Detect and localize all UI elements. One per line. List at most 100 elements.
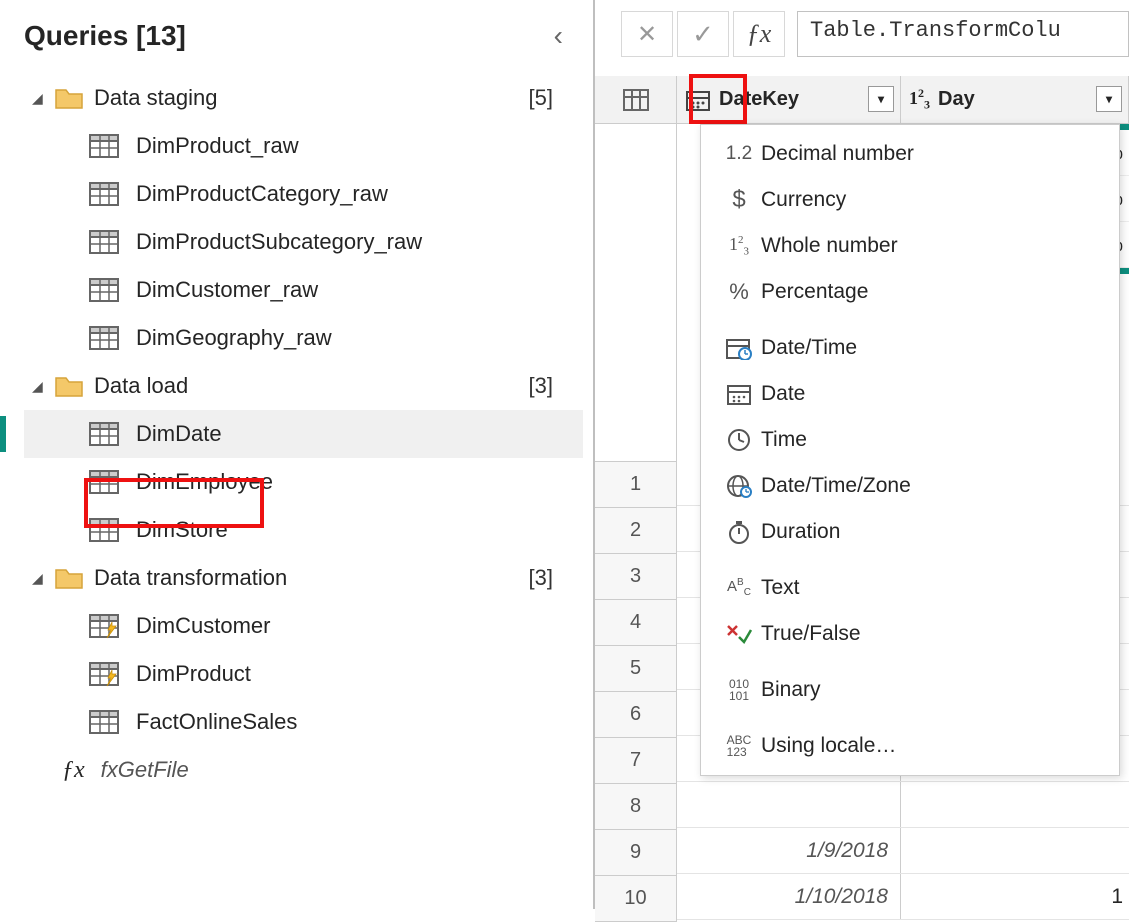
query-item-dimdate[interactable]: DimDate [24, 410, 583, 458]
table-icon [623, 89, 649, 111]
folder-count: [5] [529, 85, 583, 111]
column-label: DateKey [719, 88, 799, 111]
column-header-day[interactable]: 123 Day ▾ [901, 76, 1129, 123]
row-number[interactable]: 1 [595, 462, 676, 508]
type-option-label: Percentage [761, 280, 868, 304]
type-option-true-false[interactable]: True/False [701, 611, 1119, 657]
folder-count: [3] [529, 373, 583, 399]
row-number[interactable]: 5 [595, 646, 676, 692]
folder-label: Data staging [94, 85, 529, 111]
type-option-currency[interactable]: $Currency [701, 177, 1119, 223]
query-item-dimproduct[interactable]: DimProduct [24, 650, 583, 698]
123-sub-icon: 123 [717, 234, 761, 258]
calendar-icon [717, 382, 761, 406]
select-all-corner[interactable] [595, 76, 676, 124]
row-number[interactable]: 10 [595, 876, 676, 922]
folder-data-transformation[interactable]: ◢Data transformation[3] [24, 554, 583, 602]
row-number[interactable]: 2 [595, 508, 676, 554]
table-row[interactable] [677, 782, 1129, 828]
xcheck-icon [717, 623, 761, 645]
folder-icon [54, 374, 84, 398]
type-option-binary[interactable]: 010101Binary [701, 667, 1119, 713]
column-filter-dropdown[interactable]: ▾ [1096, 86, 1122, 112]
fx-icon: ƒx [62, 757, 85, 784]
1.2-icon: 1.2 [717, 143, 761, 165]
folder-label: Data load [94, 373, 529, 399]
type-option-label: Binary [761, 678, 821, 702]
commit-formula-button[interactable]: ✓ [677, 11, 729, 57]
query-label: DimProductCategory_raw [136, 181, 388, 207]
type-option-label: True/False [761, 622, 861, 646]
abc123-icon: ABC123 [717, 734, 761, 758]
type-option-using-locale[interactable]: ABC123Using locale… [701, 723, 1119, 769]
query-label: DimStore [136, 517, 228, 543]
type-option-date[interactable]: Date [701, 371, 1119, 417]
row-number[interactable]: 3 [595, 554, 676, 600]
query-item-dimcustomer_raw[interactable]: DimCustomer_raw [24, 266, 583, 314]
function-label: fxGetFile [101, 757, 189, 783]
type-option-percentage[interactable]: %Percentage [701, 269, 1119, 315]
table-icon [88, 516, 122, 544]
cell-datekey: 1/10/2018 [677, 874, 901, 919]
column-header-datekey[interactable]: DateKey ▾ [677, 76, 901, 123]
type-option-text[interactable]: ABCText [701, 565, 1119, 611]
wholenumber-type-icon: 123 [909, 86, 930, 113]
cell-day [901, 828, 1129, 873]
type-option-decimal-number[interactable]: 1.2Decimal number [701, 131, 1119, 177]
query-label: DimDate [136, 421, 222, 447]
query-item-factonlinesales[interactable]: FactOnlineSales [24, 698, 583, 746]
query-item-dimstore[interactable]: DimStore [24, 506, 583, 554]
fx-button[interactable]: ƒx [733, 11, 785, 57]
query-item-dimproduct_raw[interactable]: DimProduct_raw [24, 122, 583, 170]
table-lightning-icon [88, 660, 122, 688]
clock-icon [717, 427, 761, 453]
type-option-duration[interactable]: Duration [701, 509, 1119, 555]
row-number[interactable]: 6 [595, 692, 676, 738]
type-option-whole-number[interactable]: 123Whole number [701, 223, 1119, 269]
table-icon [88, 180, 122, 208]
table-row[interactable]: 1/10/20181 [677, 874, 1129, 920]
folder-data-staging[interactable]: ◢ Data staging[5] [24, 74, 583, 122]
cell-day [901, 782, 1129, 827]
table-row[interactable]: 1/9/2018 [677, 828, 1129, 874]
type-option-label: Date [761, 382, 805, 406]
query-label: FactOnlineSales [136, 709, 297, 735]
query-item-dimcustomer[interactable]: DimCustomer [24, 602, 583, 650]
type-option-time[interactable]: Time [701, 417, 1119, 463]
query-item-dimemployee[interactable]: DimEmployee [24, 458, 583, 506]
query-label: DimCustomer_raw [136, 277, 318, 303]
query-label: DimEmployee [136, 469, 273, 495]
caret-down-icon: ◢ [32, 90, 50, 107]
formula-input[interactable]: Table.TransformColu [797, 11, 1129, 57]
query-item-dimgeography_raw[interactable]: DimGeography_raw [24, 314, 583, 362]
%-icon: % [717, 279, 761, 305]
column-filter-dropdown[interactable]: ▾ [868, 86, 894, 112]
row-number[interactable]: 9 [595, 830, 676, 876]
caret-down-icon: ◢ [32, 378, 50, 395]
function-item-fxgetfile[interactable]: ƒx fxGetFile [24, 746, 583, 794]
query-item-dimproductsubcategory_raw[interactable]: DimProductSubcategory_raw [24, 218, 583, 266]
table-icon [88, 420, 122, 448]
type-option-label: Date/Time [761, 336, 857, 360]
table-icon [88, 708, 122, 736]
row-number[interactable]: 8 [595, 784, 676, 830]
calendar-type-icon[interactable] [685, 88, 711, 112]
type-option-label: Currency [761, 188, 846, 212]
table-icon [88, 228, 122, 256]
type-option-label: Duration [761, 520, 840, 544]
row-number[interactable]: 4 [595, 600, 676, 646]
cell-datekey [677, 782, 901, 827]
query-item-dimproductcategory_raw[interactable]: DimProductCategory_raw [24, 170, 583, 218]
row-number[interactable]: 7 [595, 738, 676, 784]
x-icon: ✕ [637, 20, 657, 49]
collapse-sidebar-button[interactable]: ‹ [554, 20, 563, 52]
type-option-label: Text [761, 576, 800, 600]
type-option-date-time[interactable]: Date/Time [701, 325, 1119, 371]
type-option-date-time-zone[interactable]: Date/Time/Zone [701, 463, 1119, 509]
folder-data-load[interactable]: ◢ Data load[3] [24, 362, 583, 410]
type-option-label: Using locale… [761, 734, 896, 758]
cancel-formula-button[interactable]: ✕ [621, 11, 673, 57]
binary-icon: 010101 [717, 678, 761, 702]
fx-icon: ƒx [747, 19, 772, 49]
formula-bar: ✕ ✓ ƒx Table.TransformColu [595, 6, 1129, 62]
